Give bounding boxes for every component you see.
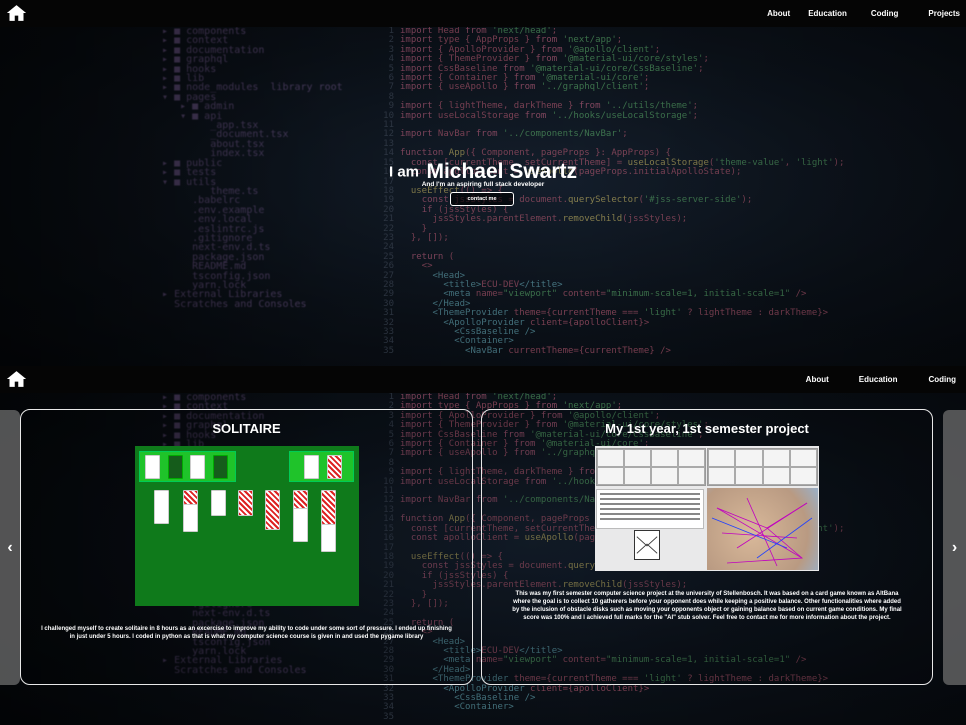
home-icon[interactable] <box>6 4 27 22</box>
tableau-pile <box>154 490 169 524</box>
semester-project-screenshot <box>595 446 819 571</box>
foundation-area <box>289 451 354 482</box>
project-title: SOLITAIRE <box>212 421 281 436</box>
project-description: This was my first semester computer scie… <box>512 591 902 621</box>
card-slot <box>168 455 183 479</box>
nav-link-coding[interactable]: Coding <box>871 9 899 18</box>
game-map <box>707 488 818 570</box>
hero-subtitle: And I'm an aspiring full stack developer <box>421 181 545 188</box>
nav-link-education[interactable]: Education <box>808 9 847 18</box>
hero-name: Michael Swartz <box>426 160 578 183</box>
top-navbar: About Education Coding Projects <box>0 0 966 27</box>
tableau-pile <box>183 504 198 532</box>
game-log-panel <box>596 489 704 529</box>
contact-me-button[interactable]: contact me <box>450 192 514 206</box>
project-description: I challenged myself to create solitaire … <box>41 626 452 640</box>
nav-link-projects[interactable]: Projects <box>928 9 960 18</box>
hero-prefix: I am <box>388 163 419 181</box>
carousel-prev-button[interactable]: ‹ <box>0 410 20 685</box>
project-card-solitaire[interactable]: SOLITAIRE I challenged myself to create … <box>20 409 473 685</box>
home-icon[interactable] <box>6 370 27 388</box>
nav-link-about[interactable]: About <box>767 9 790 18</box>
playing-card <box>304 455 319 479</box>
project-card-semester[interactable]: My 1st year, 1st semester project This w… <box>481 409 933 685</box>
tableau-pile <box>211 490 226 516</box>
nav-link-education[interactable]: Education <box>859 375 898 384</box>
envelope-icon <box>636 536 658 554</box>
project-title: My 1st year, 1st semester project <box>605 421 809 436</box>
playing-card <box>145 455 160 479</box>
nav-link-coding[interactable]: Coding <box>928 375 956 384</box>
game-board-grid <box>707 448 818 486</box>
solitaire-screenshot <box>135 446 359 606</box>
tableau-pile <box>293 508 308 542</box>
playing-card <box>190 455 205 479</box>
map-routes <box>711 497 813 567</box>
projects-navbar: About Education Coding <box>0 366 966 393</box>
game-board-grid <box>596 448 706 486</box>
top-nav-links: About Education Coding Projects <box>767 0 966 27</box>
tableau-pile <box>321 524 336 552</box>
card-back <box>327 455 342 479</box>
projects-nav-links: About Education Coding <box>806 366 966 393</box>
card-back <box>238 490 253 516</box>
carousel-next-button[interactable]: › <box>943 410 966 685</box>
nav-link-about[interactable]: About <box>806 375 829 384</box>
envelope-icon <box>634 530 660 560</box>
card-back <box>265 490 280 530</box>
card-slot <box>213 455 228 479</box>
